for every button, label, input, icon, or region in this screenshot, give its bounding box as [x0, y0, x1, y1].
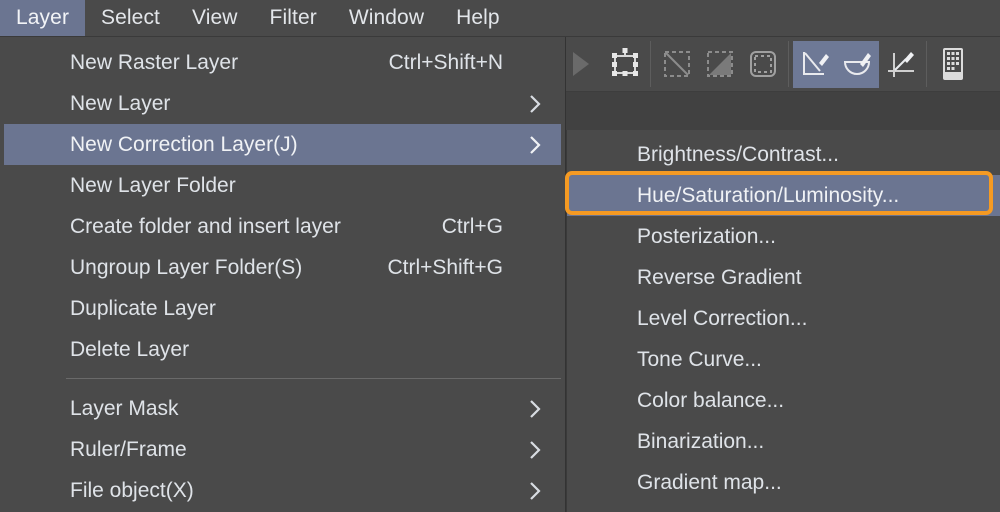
play-triangle-icon[interactable]: [560, 41, 603, 88]
chevron-right-icon: [527, 134, 543, 156]
transform-box-icon[interactable]: [603, 41, 646, 88]
menu-item-file-object[interactable]: File object(X): [4, 470, 561, 511]
menu-item-new-raster-layer[interactable]: New Raster Layer Ctrl+Shift+N: [4, 42, 561, 83]
application-window: Layer Select View Filter Window Help New…: [0, 0, 1000, 512]
tool-options-toolbar: [560, 37, 1000, 92]
fill-line-brush-icon[interactable]: [879, 41, 922, 88]
menubar-item-label: Help: [456, 6, 500, 29]
selection-fill-icon[interactable]: [698, 41, 741, 88]
toolbar-divider: [926, 41, 927, 87]
submenu-item-label: Brightness/Contrast...: [637, 142, 839, 166]
menu-item-duplicate-layer[interactable]: Duplicate Layer: [4, 288, 561, 329]
selection-rounded-icon[interactable]: [741, 41, 784, 88]
menu-item-new-correction-layer[interactable]: New Correction Layer(J): [4, 124, 561, 165]
submenu-item-level-correction[interactable]: Level Correction...: [567, 298, 1000, 339]
menu-item-label: Delete Layer: [70, 337, 190, 361]
menu-item-layer-mask[interactable]: Layer Mask: [4, 388, 561, 429]
layer-dropdown-menu: New Raster Layer Ctrl+Shift+N New Layer …: [0, 37, 566, 512]
menubar-item-select[interactable]: Select: [85, 0, 176, 36]
toolbar-divider: [650, 41, 651, 87]
menubar-item-label: View: [192, 6, 238, 29]
submenu-item-label: Tone Curve...: [637, 347, 762, 371]
menubar-item-window[interactable]: Window: [333, 0, 440, 36]
chevron-right-icon: [527, 439, 543, 461]
menu-item-new-layer-folder[interactable]: New Layer Folder: [4, 165, 561, 206]
toolbar-lower-strip: [560, 92, 1000, 132]
menu-item-label: Layer Mask: [70, 396, 179, 420]
menu-item-ruler-frame[interactable]: Ruler/Frame: [4, 429, 561, 470]
fill-corner-brush-icon[interactable]: [793, 40, 836, 88]
toolbar-divider: [788, 41, 789, 87]
menu-item-ungroup-layer-folder[interactable]: Ungroup Layer Folder(S) Ctrl+Shift+G: [4, 247, 561, 288]
menu-item-shortcut: Ctrl+Shift+G: [387, 255, 503, 279]
menu-item-label: New Layer Folder: [70, 173, 236, 197]
submenu-item-posterization[interactable]: Posterization...: [567, 216, 1000, 257]
menubar-item-label: Filter: [269, 6, 317, 29]
submenu-item-reverse-gradient[interactable]: Reverse Gradient: [567, 257, 1000, 298]
menu-item-delete-layer[interactable]: Delete Layer: [4, 329, 561, 370]
submenu-item-label: Reverse Gradient: [637, 265, 802, 289]
menubar-item-label: Select: [101, 6, 160, 29]
menubar-item-label: Layer: [16, 6, 70, 29]
menu-item-create-folder-and-insert-layer[interactable]: Create folder and insert layer Ctrl+G: [4, 206, 561, 247]
menubar-item-filter[interactable]: Filter: [254, 0, 333, 36]
submenu-item-brightness-contrast[interactable]: Brightness/Contrast...: [567, 134, 1000, 175]
chevron-right-icon: [527, 480, 543, 502]
menu-separator: [66, 378, 561, 379]
menubar-item-layer[interactable]: Layer: [0, 0, 86, 36]
submenu-item-binarization[interactable]: Binarization...: [567, 421, 1000, 462]
menu-item-label: New Layer: [70, 91, 171, 115]
menu-item-shortcut: Ctrl+Shift+N: [388, 50, 503, 74]
menu-item-new-layer[interactable]: New Layer: [4, 83, 561, 124]
menu-bar: Layer Select View Filter Window Help: [0, 0, 1000, 37]
keypad-grid-icon[interactable]: [931, 41, 974, 88]
menu-item-label: New Correction Layer(J): [70, 132, 298, 156]
chevron-right-icon: [527, 398, 543, 420]
menu-item-label: New Raster Layer: [70, 50, 239, 74]
menu-item-label: Ungroup Layer Folder(S): [70, 255, 303, 279]
menu-item-shortcut: Ctrl+G: [441, 214, 503, 238]
chevron-right-icon: [527, 93, 543, 115]
menubar-item-label: Window: [348, 6, 425, 29]
fill-bowl-brush-icon[interactable]: [836, 40, 879, 88]
menu-item-label: Create folder and insert layer: [70, 214, 341, 238]
submenu-item-label: Level Correction...: [637, 306, 808, 330]
menu-item-label: File object(X): [70, 478, 194, 502]
submenu-item-hue-saturation-luminosity[interactable]: Hue/Saturation/Luminosity...: [567, 175, 1000, 216]
submenu-item-tone-curve[interactable]: Tone Curve...: [567, 339, 1000, 380]
submenu-item-label: Binarization...: [637, 429, 765, 453]
submenu-item-gradient-map[interactable]: Gradient map...: [567, 462, 1000, 503]
menubar-item-view[interactable]: View: [176, 0, 254, 36]
correction-layer-submenu: Brightness/Contrast... Hue/Saturation/Lu…: [566, 130, 1000, 512]
submenu-item-label: Gradient map...: [637, 470, 782, 494]
submenu-item-label: Posterization...: [637, 224, 776, 248]
submenu-item-label: Color balance...: [637, 388, 785, 412]
submenu-item-color-balance[interactable]: Color balance...: [567, 380, 1000, 421]
submenu-item-label: Hue/Saturation/Luminosity...: [637, 183, 900, 207]
menu-item-label: Duplicate Layer: [70, 296, 216, 320]
menu-item-label: Ruler/Frame: [70, 437, 187, 461]
menubar-item-help[interactable]: Help: [440, 0, 516, 36]
selection-diagonal-icon[interactable]: [655, 41, 698, 88]
